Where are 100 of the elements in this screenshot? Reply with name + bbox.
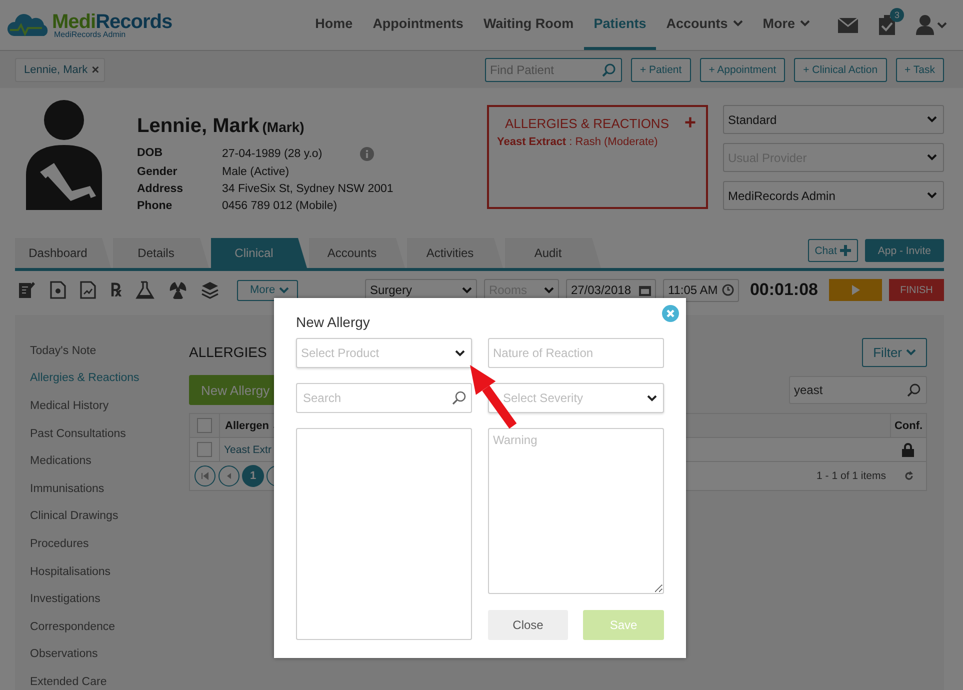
detail-label: DOB bbox=[137, 147, 164, 161]
sidebar-item[interactable]: Immunisations bbox=[30, 474, 189, 503]
first-page-icon[interactable] bbox=[194, 465, 216, 487]
flask-icon[interactable] bbox=[135, 281, 155, 299]
sidebar-item[interactable]: Allergies & Reactions bbox=[30, 364, 189, 392]
action-button[interactable]: + Appointment bbox=[700, 58, 786, 82]
sidebar-item[interactable]: Investigations bbox=[30, 585, 189, 613]
document-pin-icon[interactable] bbox=[50, 281, 66, 299]
action-button[interactable]: + Clinical Action bbox=[794, 58, 887, 82]
reaction-field[interactable]: Nature of Reaction bbox=[488, 338, 664, 368]
close-icon[interactable]: × bbox=[92, 62, 100, 77]
search-icon bbox=[602, 62, 616, 76]
logo-subtitle: MediRecords Admin bbox=[53, 30, 127, 38]
patient-tab[interactable]: Lennie, Mark × bbox=[15, 58, 106, 82]
search-icon bbox=[452, 391, 466, 405]
detail-label: Address bbox=[137, 183, 184, 195]
refresh-icon[interactable] bbox=[904, 471, 914, 481]
severity-dropdown[interactable]: Select Severity bbox=[488, 383, 664, 413]
chevron-icon bbox=[544, 286, 554, 294]
detail-label: Phone bbox=[137, 200, 174, 212]
tab[interactable]: Clinical bbox=[211, 238, 307, 268]
tab[interactable]: Audit bbox=[505, 238, 601, 268]
logo-text: MediRecords bbox=[52, 12, 172, 32]
sidebar-item[interactable]: Clinical Drawings bbox=[30, 502, 189, 530]
nav-link[interactable]: Accounts bbox=[656, 0, 753, 50]
chevron-icon bbox=[927, 116, 937, 123]
notification-badge: 3 bbox=[890, 8, 904, 22]
mail-icon[interactable] bbox=[838, 18, 858, 32]
dropdown[interactable]: Standard bbox=[723, 105, 944, 134]
page-number[interactable]: 1 bbox=[242, 465, 264, 487]
nav-link[interactable]: More bbox=[752, 0, 820, 50]
detail-value: 34 FiveSix St, Sydney NSW 2001 bbox=[222, 183, 394, 195]
product-search-field[interactable]: Search bbox=[296, 383, 472, 413]
consult-timer: 00:01:08 bbox=[750, 280, 818, 300]
chevron-icon bbox=[927, 154, 937, 161]
column-header[interactable]: Allergen bbox=[225, 420, 270, 432]
invite-button[interactable]: App - Invite bbox=[864, 239, 944, 262]
detail-label: Gender bbox=[137, 166, 178, 178]
user-menu[interactable] bbox=[916, 15, 947, 35]
search-icon bbox=[907, 383, 921, 397]
tab[interactable]: Accounts bbox=[309, 238, 405, 268]
column-header[interactable]: Conf. bbox=[894, 420, 923, 432]
tab[interactable]: Activities bbox=[407, 238, 503, 268]
more-button[interactable]: More bbox=[237, 280, 298, 300]
previous-page-icon[interactable] bbox=[218, 465, 240, 487]
clock-icon bbox=[722, 284, 734, 296]
nav-link[interactable]: Appointments bbox=[362, 0, 474, 50]
play-icon bbox=[852, 285, 860, 295]
time-field[interactable]: 11:05 AM bbox=[662, 278, 739, 302]
chevron-icon bbox=[279, 286, 290, 294]
sidebar-item[interactable]: Today's Note bbox=[30, 337, 189, 365]
detail-value: Male (Active) bbox=[222, 166, 290, 178]
finish-button[interactable]: FINISH bbox=[889, 279, 944, 301]
sidebar-item[interactable]: Medical History bbox=[30, 392, 189, 420]
chevron-icon bbox=[462, 286, 472, 294]
allergy-entry: Yeast Extract : Rash (Moderate) bbox=[497, 136, 659, 148]
chevron-icon bbox=[906, 348, 916, 356]
patient-name: Lennie, Mark bbox=[137, 115, 260, 138]
warning-field[interactable]: Warning bbox=[488, 428, 664, 594]
add-button[interactable]: + bbox=[684, 115, 696, 131]
sidebar-item[interactable]: Hospitalisations bbox=[30, 558, 189, 586]
notepad-pen-icon[interactable] bbox=[18, 281, 36, 299]
sidebar-item[interactable]: Extended Care bbox=[30, 668, 189, 690]
panel-title: ALLERGIES & REACTIONS bbox=[505, 116, 669, 130]
detail-value: 27-04-1989 (28 y.o) bbox=[222, 148, 322, 160]
modal-title: New Allergy bbox=[296, 314, 370, 330]
calendar-icon bbox=[638, 284, 651, 296]
user-icon bbox=[916, 15, 934, 35]
filter-button[interactable]: Filter bbox=[862, 338, 927, 366]
allergy-filter-field[interactable]: yeast bbox=[789, 376, 927, 404]
action-button[interactable]: + Task bbox=[896, 58, 944, 82]
dropdown[interactable]: MediRecords Admin bbox=[723, 181, 944, 210]
action-button[interactable]: + Patient bbox=[630, 58, 691, 82]
sidebar-item[interactable]: Correspondence bbox=[30, 612, 189, 641]
book-stack-icon[interactable] bbox=[201, 281, 219, 299]
table-cell[interactable]: Yeast Extr bbox=[224, 444, 272, 456]
radiation-icon[interactable] bbox=[169, 281, 187, 299]
clipboard-check-icon[interactable] bbox=[878, 15, 896, 35]
sidebar-item[interactable]: Observations bbox=[30, 640, 189, 668]
sidebar-item[interactable]: Procedures bbox=[30, 530, 189, 558]
chevron-icon bbox=[455, 350, 465, 356]
checkbox[interactable] bbox=[197, 418, 212, 433]
preferred-name: (Mark) bbox=[262, 119, 304, 135]
product-dropdown[interactable]: Select Product bbox=[296, 338, 472, 368]
close-button[interactable]: Close bbox=[488, 610, 568, 640]
document-chart-icon[interactable] bbox=[80, 281, 96, 299]
sidebar-item[interactable]: Medications bbox=[30, 447, 189, 475]
section-title: ALLERGIES bbox=[189, 344, 267, 360]
detail-value: 0456 789 012 (Mobile) bbox=[222, 200, 338, 212]
close-icon[interactable] bbox=[662, 305, 679, 322]
sidebar-item[interactable]: Past Consultations bbox=[30, 420, 189, 448]
chat-button[interactable]: Chat bbox=[808, 239, 858, 262]
prescription-icon[interactable]: ℞ bbox=[110, 281, 121, 299]
checkbox[interactable] bbox=[197, 442, 212, 457]
tab[interactable]: Dashboard bbox=[15, 238, 111, 268]
nav-link[interactable]: Home bbox=[305, 0, 363, 50]
chevron-icon bbox=[647, 394, 657, 402]
nav-link[interactable]: Waiting Room bbox=[473, 0, 584, 50]
tab[interactable]: Details bbox=[113, 238, 209, 268]
plus-icon bbox=[840, 245, 851, 256]
